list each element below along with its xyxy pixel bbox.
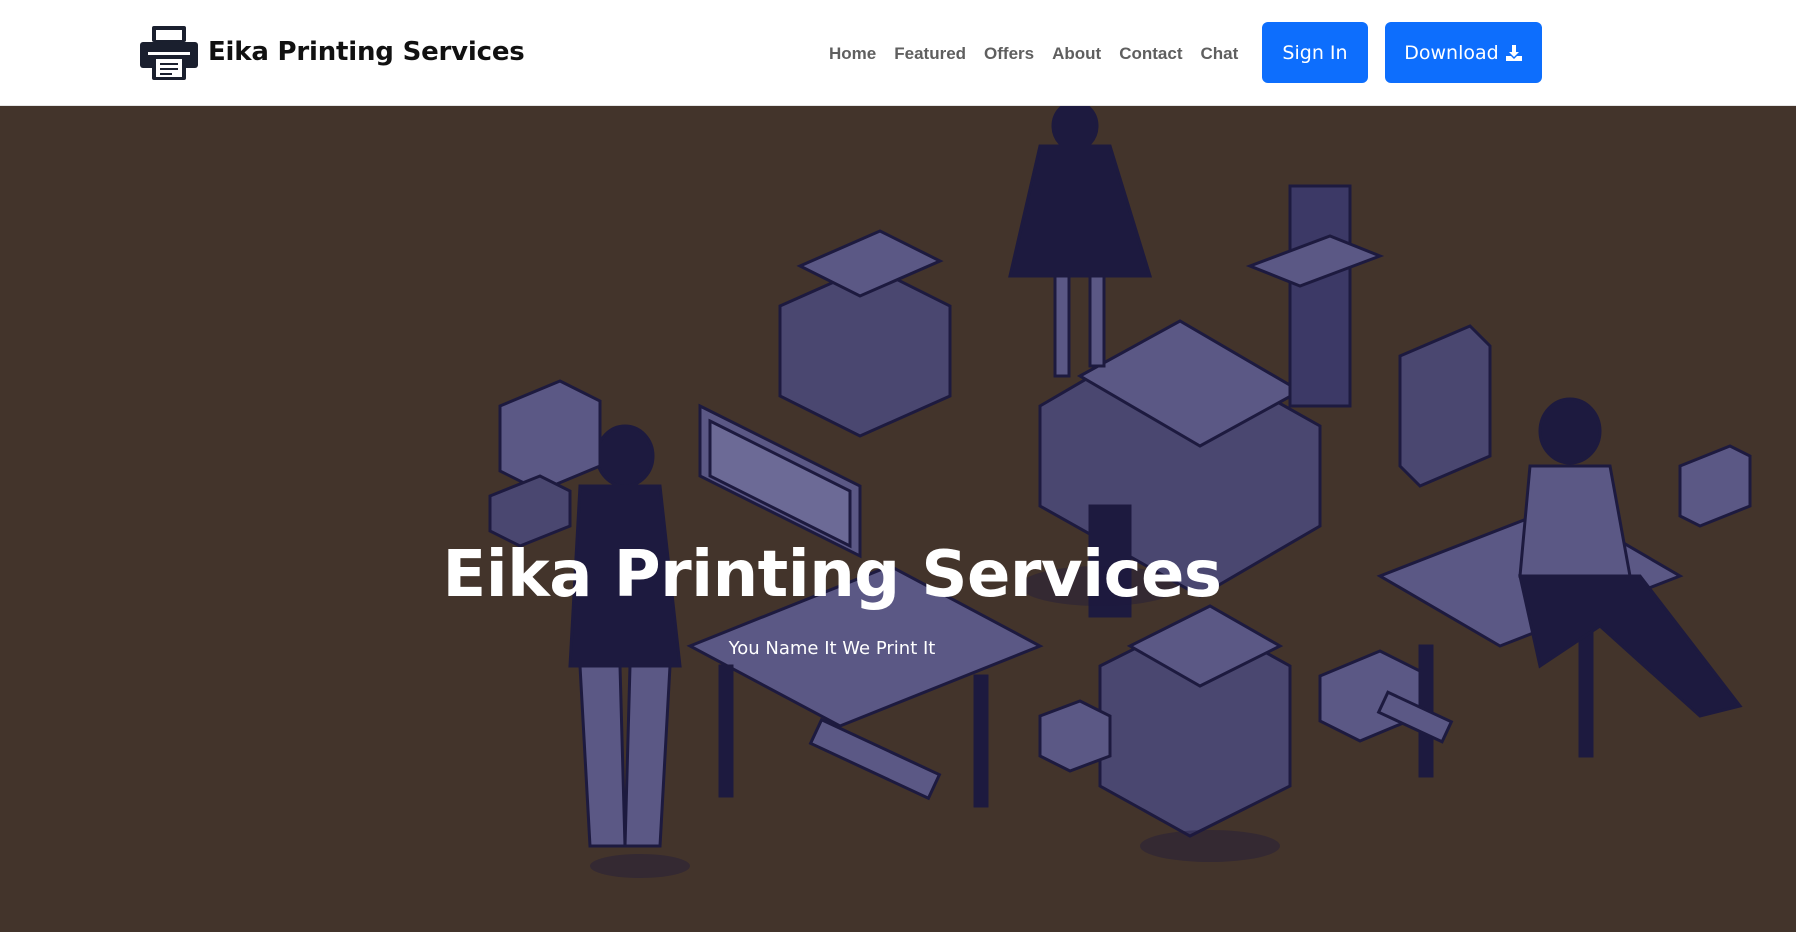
nav-item-about[interactable]: About [1043, 40, 1110, 68]
download-label: Download [1404, 41, 1499, 64]
main-nav: Home Featured Offers About Contact Chat [820, 40, 1247, 68]
nav-item-chat[interactable]: Chat [1191, 40, 1247, 68]
nav-item-home[interactable]: Home [820, 40, 885, 68]
top-navbar: Eika Printing Services Home Featured Off… [0, 0, 1796, 106]
printer-icon [140, 26, 198, 80]
download-button[interactable]: Download [1385, 22, 1542, 83]
hero-subtitle: You Name It We Print It [728, 638, 936, 659]
hero-section: Eika Printing Services You Name It We Pr… [0, 106, 1796, 932]
print-shop-illustration [488, 106, 1752, 878]
brand-logo-link[interactable]: Eika Printing Services [138, 22, 525, 82]
sign-in-label: Sign In [1282, 41, 1348, 64]
nav-item-offers[interactable]: Offers [975, 40, 1043, 68]
nav-item-contact[interactable]: Contact [1110, 40, 1191, 68]
hero-title: Eika Printing Services [442, 538, 1223, 612]
nav-item-featured[interactable]: Featured [885, 40, 975, 68]
sign-in-button[interactable]: Sign In [1262, 22, 1368, 83]
brand-name: Eika Printing Services [208, 37, 525, 67]
download-icon [1505, 44, 1522, 61]
